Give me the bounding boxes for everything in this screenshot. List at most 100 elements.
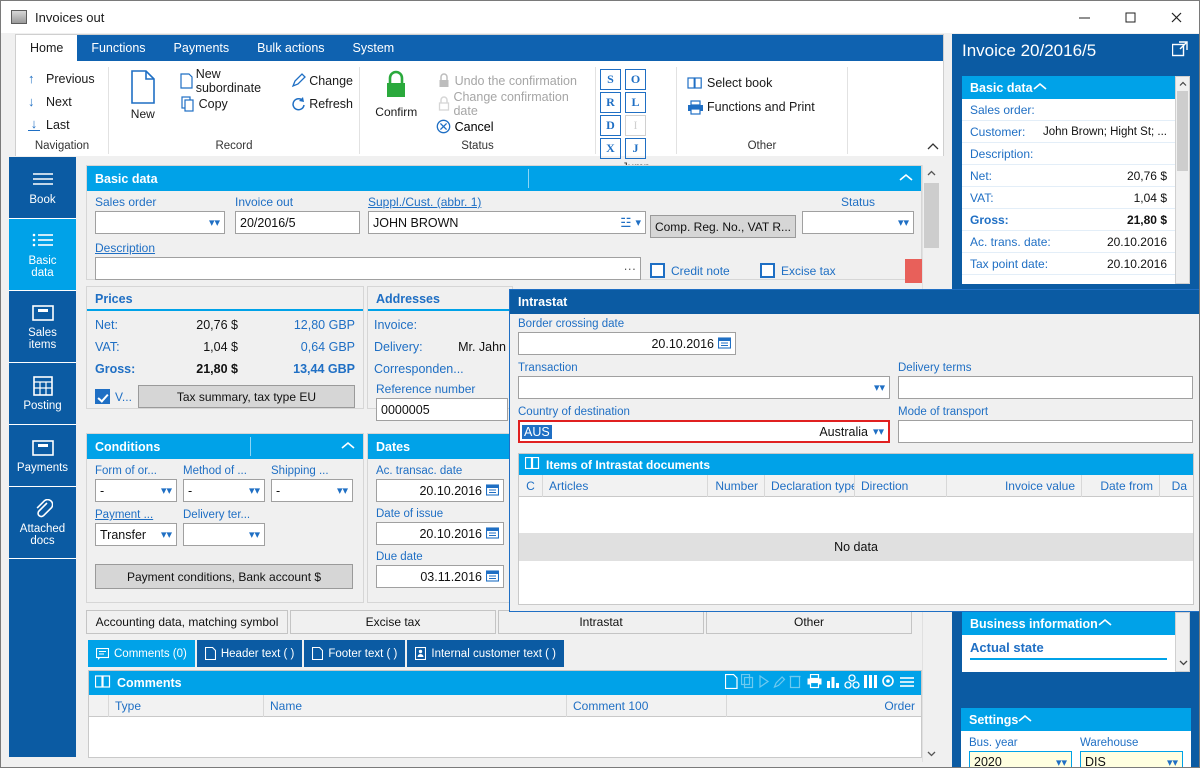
comments-col-comment[interactable]: Comment 100 [567,694,727,717]
tab-functions[interactable]: Functions [77,35,159,61]
scroll-up-arrow-icon[interactable] [923,165,940,182]
date-of-issue-input[interactable]: 20.10.2016 [376,522,504,545]
intrastat-col-direction[interactable]: Direction [855,474,947,497]
minimize-button[interactable] [1061,1,1107,33]
columns-icon[interactable] [863,674,878,692]
calendar-icon[interactable] [485,483,500,499]
intrastat-col-articles[interactable]: Articles [543,474,708,497]
jump-button-d[interactable]: D [600,115,621,136]
copy-button[interactable]: Copy [177,92,278,115]
chevron-down-icon[interactable]: ▾▾ [337,484,348,497]
tab-system[interactable]: System [339,35,409,61]
chevron-down-icon[interactable]: ▾ [635,216,641,229]
tab-accounting-data[interactable]: Accounting data, matching symbol [86,610,288,634]
country-of-destination-input[interactable]: AUS Australia ▾▾ [518,420,890,443]
description-input[interactable]: ··· [95,257,641,280]
sidebar-item-book[interactable]: Book [9,157,76,219]
excise-tax-checkbox-group[interactable]: Excise tax [760,263,836,278]
change-button[interactable]: Change [287,69,353,92]
chevron-down-icon[interactable]: ▾▾ [209,216,220,229]
chevron-down-icon[interactable]: ▾▾ [873,425,884,438]
tab-comments[interactable]: Comments (0) [88,640,195,667]
credit-note-checkbox[interactable] [650,263,665,278]
tab-bulk-actions[interactable]: Bulk actions [243,35,338,61]
conditions-collapse-chevron-icon[interactable] [341,439,355,454]
tax-summary-button[interactable]: Tax summary, tax type EU [137,385,355,408]
new-subordinate-button[interactable]: New subordinate [177,67,278,95]
scroll-down-arrow-icon[interactable] [923,745,940,762]
chevron-down-icon[interactable]: ▾▾ [249,484,260,497]
mode-of-transport-input[interactable] [898,420,1193,443]
new-icon[interactable] [724,673,738,692]
chevron-down-icon[interactable]: ▾▾ [161,528,172,541]
tab-internal-customer-text[interactable]: Internal customer text ( ) [407,640,565,667]
print-icon[interactable] [807,673,823,692]
calendar-icon[interactable] [717,336,732,352]
supplier-lookup-icon[interactable]: ☳ [620,215,631,230]
nav-next-button[interactable]: ↓ Next [22,90,101,113]
warehouse-input[interactable]: DIS ▾▾ [1080,751,1183,767]
tab-other[interactable]: Other [706,610,912,634]
tab-header-text[interactable]: Header text ( ) [196,640,303,667]
chevron-down-icon[interactable]: ▾▾ [1056,756,1067,768]
invoice-out-input[interactable]: 20/2016/5 [235,211,360,234]
cancel-button[interactable]: Cancel [433,115,589,138]
functions-and-print-button[interactable]: Functions and Print [683,95,815,119]
ribbon-collapse-chevron-icon[interactable] [927,141,939,155]
calendar-icon[interactable] [485,526,500,542]
right-panel-scrollbar-thumb[interactable] [1177,91,1188,171]
chevron-down-icon[interactable]: ▾▾ [874,381,885,394]
chevron-down-icon[interactable]: ▾▾ [898,216,909,229]
tab-intrastat[interactable]: Intrastat [498,610,704,634]
intrastat-delivery-terms-input[interactable] [898,376,1193,399]
jump-button-x[interactable]: X [600,138,621,159]
tab-payments[interactable]: Payments [160,35,244,61]
method-of-payment-input[interactable]: - ▾▾ [183,479,265,502]
intrastat-col-invoice-value[interactable]: Invoice value [947,474,1082,497]
close-button[interactable] [1153,1,1199,33]
jump-button-s[interactable]: S [600,69,621,90]
status-input[interactable]: ▾▾ [802,211,914,234]
intrastat-col-c[interactable]: C [519,474,543,497]
jump-button-o[interactable]: O [625,69,646,90]
business-information-collapse-chevron-icon[interactable] [1098,617,1112,631]
right-panel-scrollbar[interactable] [1175,76,1190,284]
description-ellipsis-button[interactable]: ··· [624,262,637,276]
cluster-icon[interactable] [844,674,860,692]
tab-home[interactable]: Home [16,35,78,61]
new-button[interactable]: New [115,65,171,138]
payment-input[interactable]: Transfer ▾▾ [95,523,177,546]
sidebar-item-sales-items[interactable]: Sales items [9,291,76,363]
sidebar-item-payments[interactable]: Payments [9,425,76,487]
payment-conditions-button[interactable]: Payment conditions, Bank account $ [95,564,353,589]
chart-icon[interactable] [826,674,841,692]
confirm-button[interactable]: Confirm [366,65,427,138]
excise-tax-checkbox[interactable] [760,263,775,278]
chevron-down-icon[interactable]: ▾▾ [161,484,172,497]
comments-col-type[interactable]: Type [109,694,264,717]
intrastat-col-declaration-type[interactable]: Declaration type [765,474,855,497]
form-of-order-input[interactable]: - ▾▾ [95,479,177,502]
nav-last-button[interactable]: ↓ Last [22,113,101,136]
comp-reg-vat-button[interactable]: Comp. Reg. No., VAT R... [650,215,796,238]
vat-checkbox[interactable] [95,389,110,404]
nav-previous-button[interactable]: ↑ Previous [22,67,101,90]
shipping-input[interactable]: - ▾▾ [271,479,353,502]
right-basic-data-collapse-chevron-icon[interactable] [1033,81,1047,95]
tab-excise-tax[interactable]: Excise tax [290,610,496,634]
bus-year-input[interactable]: 2020 ▾▾ [969,751,1072,768]
settings-gear-icon[interactable] [881,674,896,692]
transaction-input[interactable]: ▾▾ [518,376,890,399]
change-confirmation-date-button[interactable]: Change confirmation date [433,90,589,118]
select-book-button[interactable]: Select book [683,71,815,95]
sidebar-item-attached-docs[interactable]: Attached docs [9,487,76,559]
border-crossing-date-input[interactable]: 20.10.2016 [518,332,736,355]
settings-collapse-chevron-icon[interactable] [1018,713,1032,727]
intrastat-col-number[interactable]: Number [708,474,765,497]
ac-transac-date-input[interactable]: 20.10.2016 [376,479,504,502]
jump-button-r[interactable]: R [600,92,621,113]
right-scroll-up-arrow-icon[interactable] [1176,77,1189,91]
open-external-icon[interactable] [1171,40,1188,62]
credit-note-checkbox-group[interactable]: Credit note [650,263,730,278]
supplier-input[interactable]: JOHN BROWN ☳ ▾ [368,211,646,234]
